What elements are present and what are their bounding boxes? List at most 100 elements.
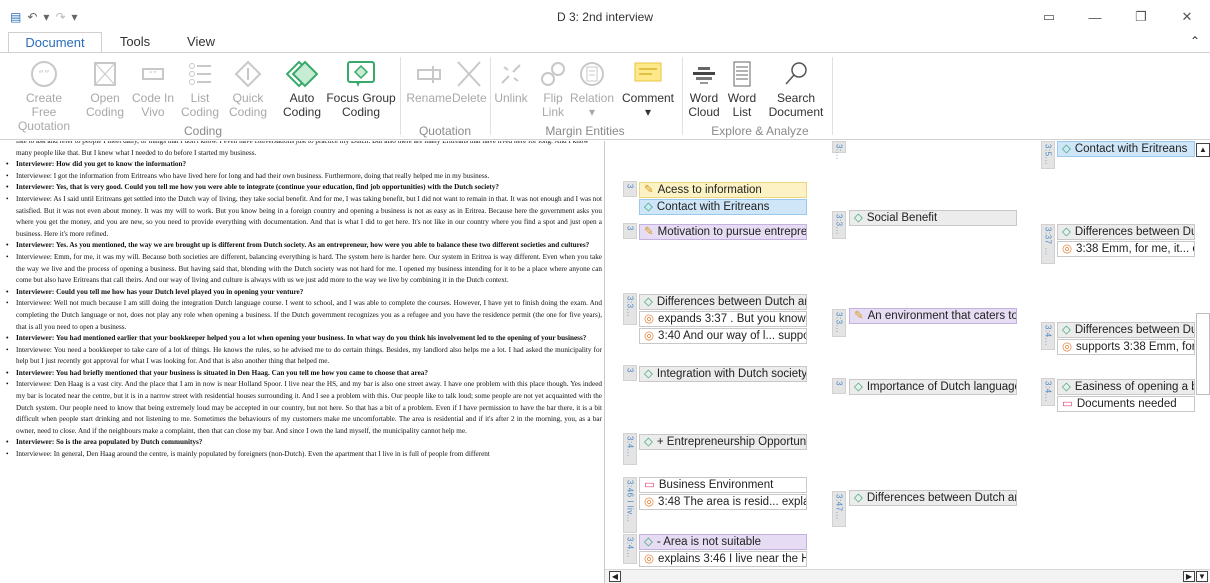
- restore-icon[interactable]: ❐: [1118, 0, 1164, 34]
- button-label: Relation: [570, 91, 615, 105]
- code-icon: ◇: [644, 201, 653, 213]
- scroll-right-icon[interactable]: ▶: [1183, 571, 1195, 582]
- code-tag[interactable]: ◇Easiness of opening a busi: [1057, 379, 1195, 395]
- focus-group-coding-button[interactable]: Focus Group Coding: [326, 57, 396, 123]
- tab-document[interactable]: Document: [8, 32, 102, 54]
- quotation-bracket[interactable]: 3: [623, 223, 637, 239]
- button-label: Word: [689, 91, 719, 105]
- group-label-coding: Coding: [183, 124, 223, 138]
- list-coding-button[interactable]: List Coding: [178, 57, 222, 123]
- link-icon: ◎: [644, 330, 655, 342]
- interviewee-answer: Interviewee: Den Haag is a vast city. An…: [6, 379, 602, 437]
- quotation-bracket[interactable]: 3:3...: [832, 211, 846, 239]
- search-icon: [785, 62, 807, 85]
- scroll-up-icon[interactable]: ▲: [1196, 143, 1210, 157]
- create-free-quotation-button[interactable]: “” Create Free Quotation: [14, 57, 74, 133]
- quick-coding-button[interactable]: Quick Coding: [228, 57, 268, 123]
- interviewee-answer: Interviewee: As I said until Eritreans g…: [6, 194, 602, 240]
- ribbon-display-options-icon[interactable]: ▭: [1026, 0, 1072, 34]
- margin-area[interactable]: 3:... 3 3 3:3... 3 3:4... 3:46 I liv... …: [605, 141, 1210, 583]
- word-cloud-icon: [693, 67, 715, 84]
- interviewee-answer: Interviewee: In general, Den Haag around…: [6, 449, 602, 461]
- code-tag[interactable]: ◇ - Area is not suitable: [639, 534, 807, 550]
- link-tag[interactable]: ◎explains 3:46 I live near the HS...: [639, 551, 807, 567]
- quotation-bracket[interactable]: 3:47...: [832, 491, 846, 527]
- document-line: like to ask and refer to people I meet d…: [16, 141, 589, 157]
- word-list-button[interactable]: Word List: [724, 57, 760, 123]
- word-cloud-button[interactable]: Word Cloud: [686, 57, 722, 123]
- button-label: Link: [541, 105, 564, 119]
- memo-tag[interactable]: ✎ Acess to information: [639, 182, 807, 198]
- link-icon: ◎: [644, 496, 655, 508]
- memo-icon: ✎: [854, 310, 864, 322]
- quotation-bracket[interactable]: 3:46 I liv...: [623, 477, 637, 533]
- quotation-bracket[interactable]: 3:4...: [1041, 322, 1055, 350]
- quotation-bracket[interactable]: 3: [623, 181, 637, 197]
- button-label: Coding: [85, 105, 125, 119]
- vertical-scrollbar-thumb[interactable]: [1196, 313, 1210, 395]
- rename-button[interactable]: Rename: [404, 57, 454, 123]
- code-tag[interactable]: ◇ + Entrepreneurship Opportuni...: [639, 434, 807, 450]
- document-pane[interactable]: like to ask and refer to people I meet d…: [0, 141, 604, 583]
- button-label: Word: [727, 91, 757, 105]
- tab-tools[interactable]: Tools: [112, 32, 158, 54]
- memo-tag[interactable]: ✎ Motivation to pursue entrepre...: [639, 224, 807, 240]
- quotation-bracket[interactable]: 3:4...: [1041, 378, 1055, 406]
- quotation-bracket[interactable]: 3:3...: [623, 293, 637, 325]
- quotation-bracket[interactable]: 3:4...: [623, 534, 637, 564]
- code-tag[interactable]: ◇ Contact with Eritreans: [639, 199, 807, 215]
- code-tag[interactable]: ◇ Differences between Dutch an...: [639, 294, 807, 310]
- quotation-bracket[interactable]: 3:4...: [623, 433, 637, 465]
- button-label: Code In: [131, 91, 175, 105]
- document-tag[interactable]: ▭ Documents needed: [1057, 396, 1195, 412]
- minimize-icon[interactable]: —: [1072, 0, 1118, 34]
- quotation-bracket[interactable]: 3: [832, 378, 846, 394]
- relation-button[interactable]: Relation ▾: [570, 57, 614, 123]
- link-tag[interactable]: ◎expands 3:37 . But you know b...: [639, 311, 807, 327]
- code-icon: ◇: [644, 436, 653, 448]
- button-label: Open: [90, 91, 120, 105]
- list-coding-icon: [189, 63, 211, 85]
- memo-tag[interactable]: ✎ An environment that caters to...: [849, 308, 1017, 324]
- link-tag[interactable]: ◎ 3:38 Emm, for me, it... ex: [1057, 241, 1195, 257]
- code-tag[interactable]: ◇ Integration with Dutch society: [639, 366, 807, 382]
- code-tag[interactable]: ◇ Contact with Eritreans: [1057, 141, 1195, 157]
- auto-coding-button[interactable]: Auto Coding: [280, 57, 324, 123]
- link-icon: ◎: [644, 553, 655, 565]
- link-tag[interactable]: ◎ 3:40 And our way of l... supports: [639, 328, 807, 344]
- delete-button[interactable]: Delete: [452, 57, 487, 123]
- quotation-bracket[interactable]: 3:37 ...: [1041, 224, 1055, 264]
- code-tag[interactable]: ◇Differences between Dutch: [1057, 322, 1195, 338]
- comment-button[interactable]: Comment ▾: [620, 57, 676, 123]
- button-label: Coding: [180, 105, 220, 119]
- quotation-bracket[interactable]: 3:...: [832, 141, 846, 160]
- quotation-bracket[interactable]: 3:3...: [832, 309, 846, 337]
- open-coding-button[interactable]: Open Coding: [84, 57, 126, 123]
- horizontal-scrollbar[interactable]: ◀ ▶ ▼: [605, 569, 1210, 583]
- button-label: List: [732, 105, 752, 119]
- flip-link-button[interactable]: Flip Link: [536, 57, 570, 123]
- document-tag[interactable]: ▭ Business Environment: [639, 477, 807, 493]
- button-label: List: [190, 91, 210, 105]
- quotation-bracket[interactable]: 3:5...: [1041, 141, 1055, 169]
- collapse-ribbon-icon[interactable]: ⌃: [1190, 34, 1200, 48]
- rename-icon: [417, 66, 441, 83]
- unlink-button[interactable]: Unlink: [494, 57, 528, 123]
- scroll-down-icon[interactable]: ▼: [1196, 571, 1208, 582]
- search-document-button[interactable]: Search Document: [766, 57, 826, 123]
- close-icon[interactable]: ✕: [1164, 0, 1210, 34]
- title-bar: ▤ ↶ ▾ ↷ ▾ D 3: 2nd interview ▭ — ❐ ✕: [0, 0, 1210, 34]
- quotation-bracket[interactable]: 3: [623, 365, 637, 381]
- scroll-left-icon[interactable]: ◀: [609, 571, 621, 582]
- code-tag[interactable]: ◇ Differences between Dutch an...: [849, 490, 1017, 506]
- code-in-vivo-button[interactable]: “” Code In Vivo: [130, 57, 176, 123]
- code-tag[interactable]: ◇ Importance of Dutch language: [849, 379, 1017, 395]
- link-tag[interactable]: ◎3:48 The area is resid... explains: [639, 494, 807, 510]
- button-label: Flip: [543, 91, 563, 105]
- code-tag[interactable]: ◇ Social Benefit: [849, 210, 1017, 226]
- code-tag[interactable]: ◇Differences between Dutch: [1057, 224, 1195, 240]
- tab-view[interactable]: View: [180, 32, 222, 54]
- link-tag[interactable]: ◎supports 3:38 Emm, for me: [1057, 339, 1195, 355]
- group-separator: [490, 57, 491, 135]
- code-icon: ◇: [854, 492, 863, 504]
